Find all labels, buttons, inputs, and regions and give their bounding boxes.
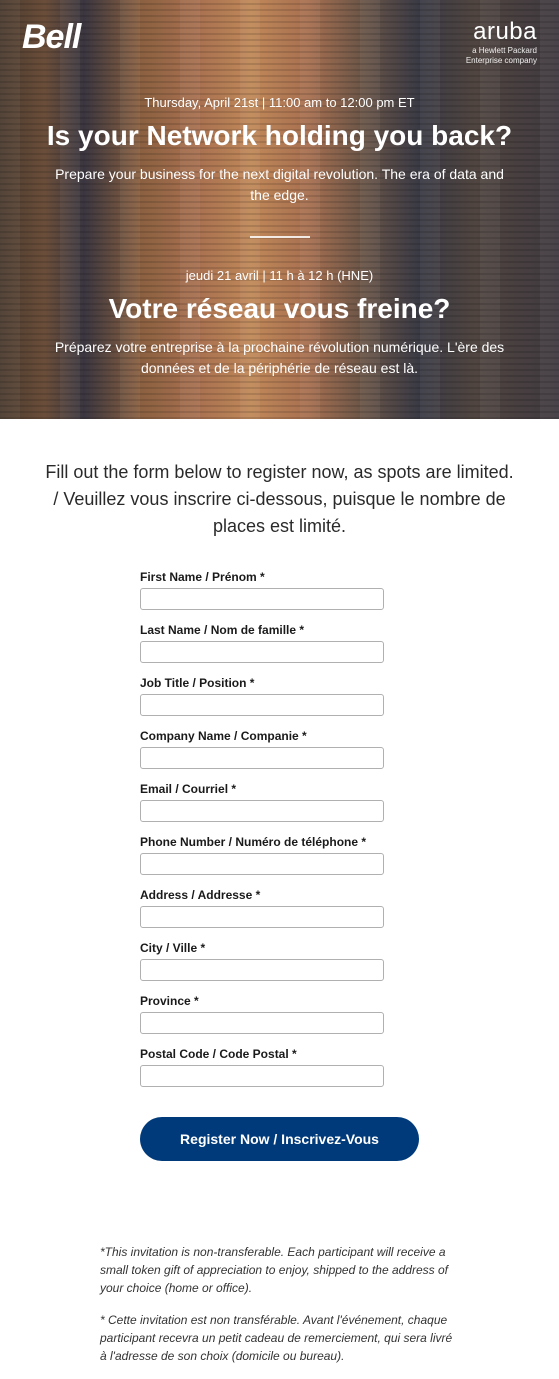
last-name-label: Last Name / Nom de famille *: [140, 623, 419, 637]
bell-logo: Bell: [22, 18, 80, 57]
last-name-input[interactable]: [140, 641, 384, 663]
first-name-label: First Name / Prénom *: [140, 570, 419, 584]
event-datetime-en: Thursday, April 21st | 11:00 am to 12:00…: [0, 95, 559, 110]
form-intro-text: Fill out the form below to register now,…: [45, 459, 514, 540]
province-input[interactable]: [140, 1012, 384, 1034]
hero-title-en: Is your Network holding you back?: [40, 120, 519, 152]
registration-form: First Name / Prénom * Last Name / Nom de…: [0, 570, 559, 1211]
postal-input[interactable]: [140, 1065, 384, 1087]
aruba-logo: aruba a Hewlett Packard Enterprise compa…: [466, 18, 537, 65]
province-label: Province *: [140, 994, 419, 1008]
phone-label: Phone Number / Numéro de téléphone *: [140, 835, 419, 849]
city-input[interactable]: [140, 959, 384, 981]
company-input[interactable]: [140, 747, 384, 769]
disclaimer-fr: * Cette invitation est non transférable.…: [100, 1311, 459, 1365]
city-label: City / Ville *: [140, 941, 419, 955]
hero-subtitle-fr: Préparez votre entreprise à la prochaine…: [45, 337, 514, 379]
email-input[interactable]: [140, 800, 384, 822]
job-title-label: Job Title / Position *: [140, 676, 419, 690]
email-label: Email / Courriel *: [140, 782, 419, 796]
address-input[interactable]: [140, 906, 384, 928]
disclaimer-section: *This invitation is non-transferable. Ea…: [100, 1243, 459, 1365]
phone-input[interactable]: [140, 853, 384, 875]
first-name-input[interactable]: [140, 588, 384, 610]
hero-title-fr: Votre réseau vous freine?: [40, 293, 519, 325]
hero-banner: Bell aruba a Hewlett Packard Enterprise …: [0, 0, 559, 419]
disclaimer-en: *This invitation is non-transferable. Ea…: [100, 1243, 459, 1297]
hero-subtitle-en: Prepare your business for the next digit…: [45, 164, 514, 206]
job-title-input[interactable]: [140, 694, 384, 716]
section-divider: [250, 236, 310, 238]
postal-label: Postal Code / Code Postal *: [140, 1047, 419, 1061]
address-label: Address / Addresse *: [140, 888, 419, 902]
register-button[interactable]: Register Now / Inscrivez-Vous: [140, 1117, 419, 1161]
event-datetime-fr: jeudi 21 avril | 11 h à 12 h (HNE): [0, 268, 559, 283]
company-label: Company Name / Companie *: [140, 729, 419, 743]
